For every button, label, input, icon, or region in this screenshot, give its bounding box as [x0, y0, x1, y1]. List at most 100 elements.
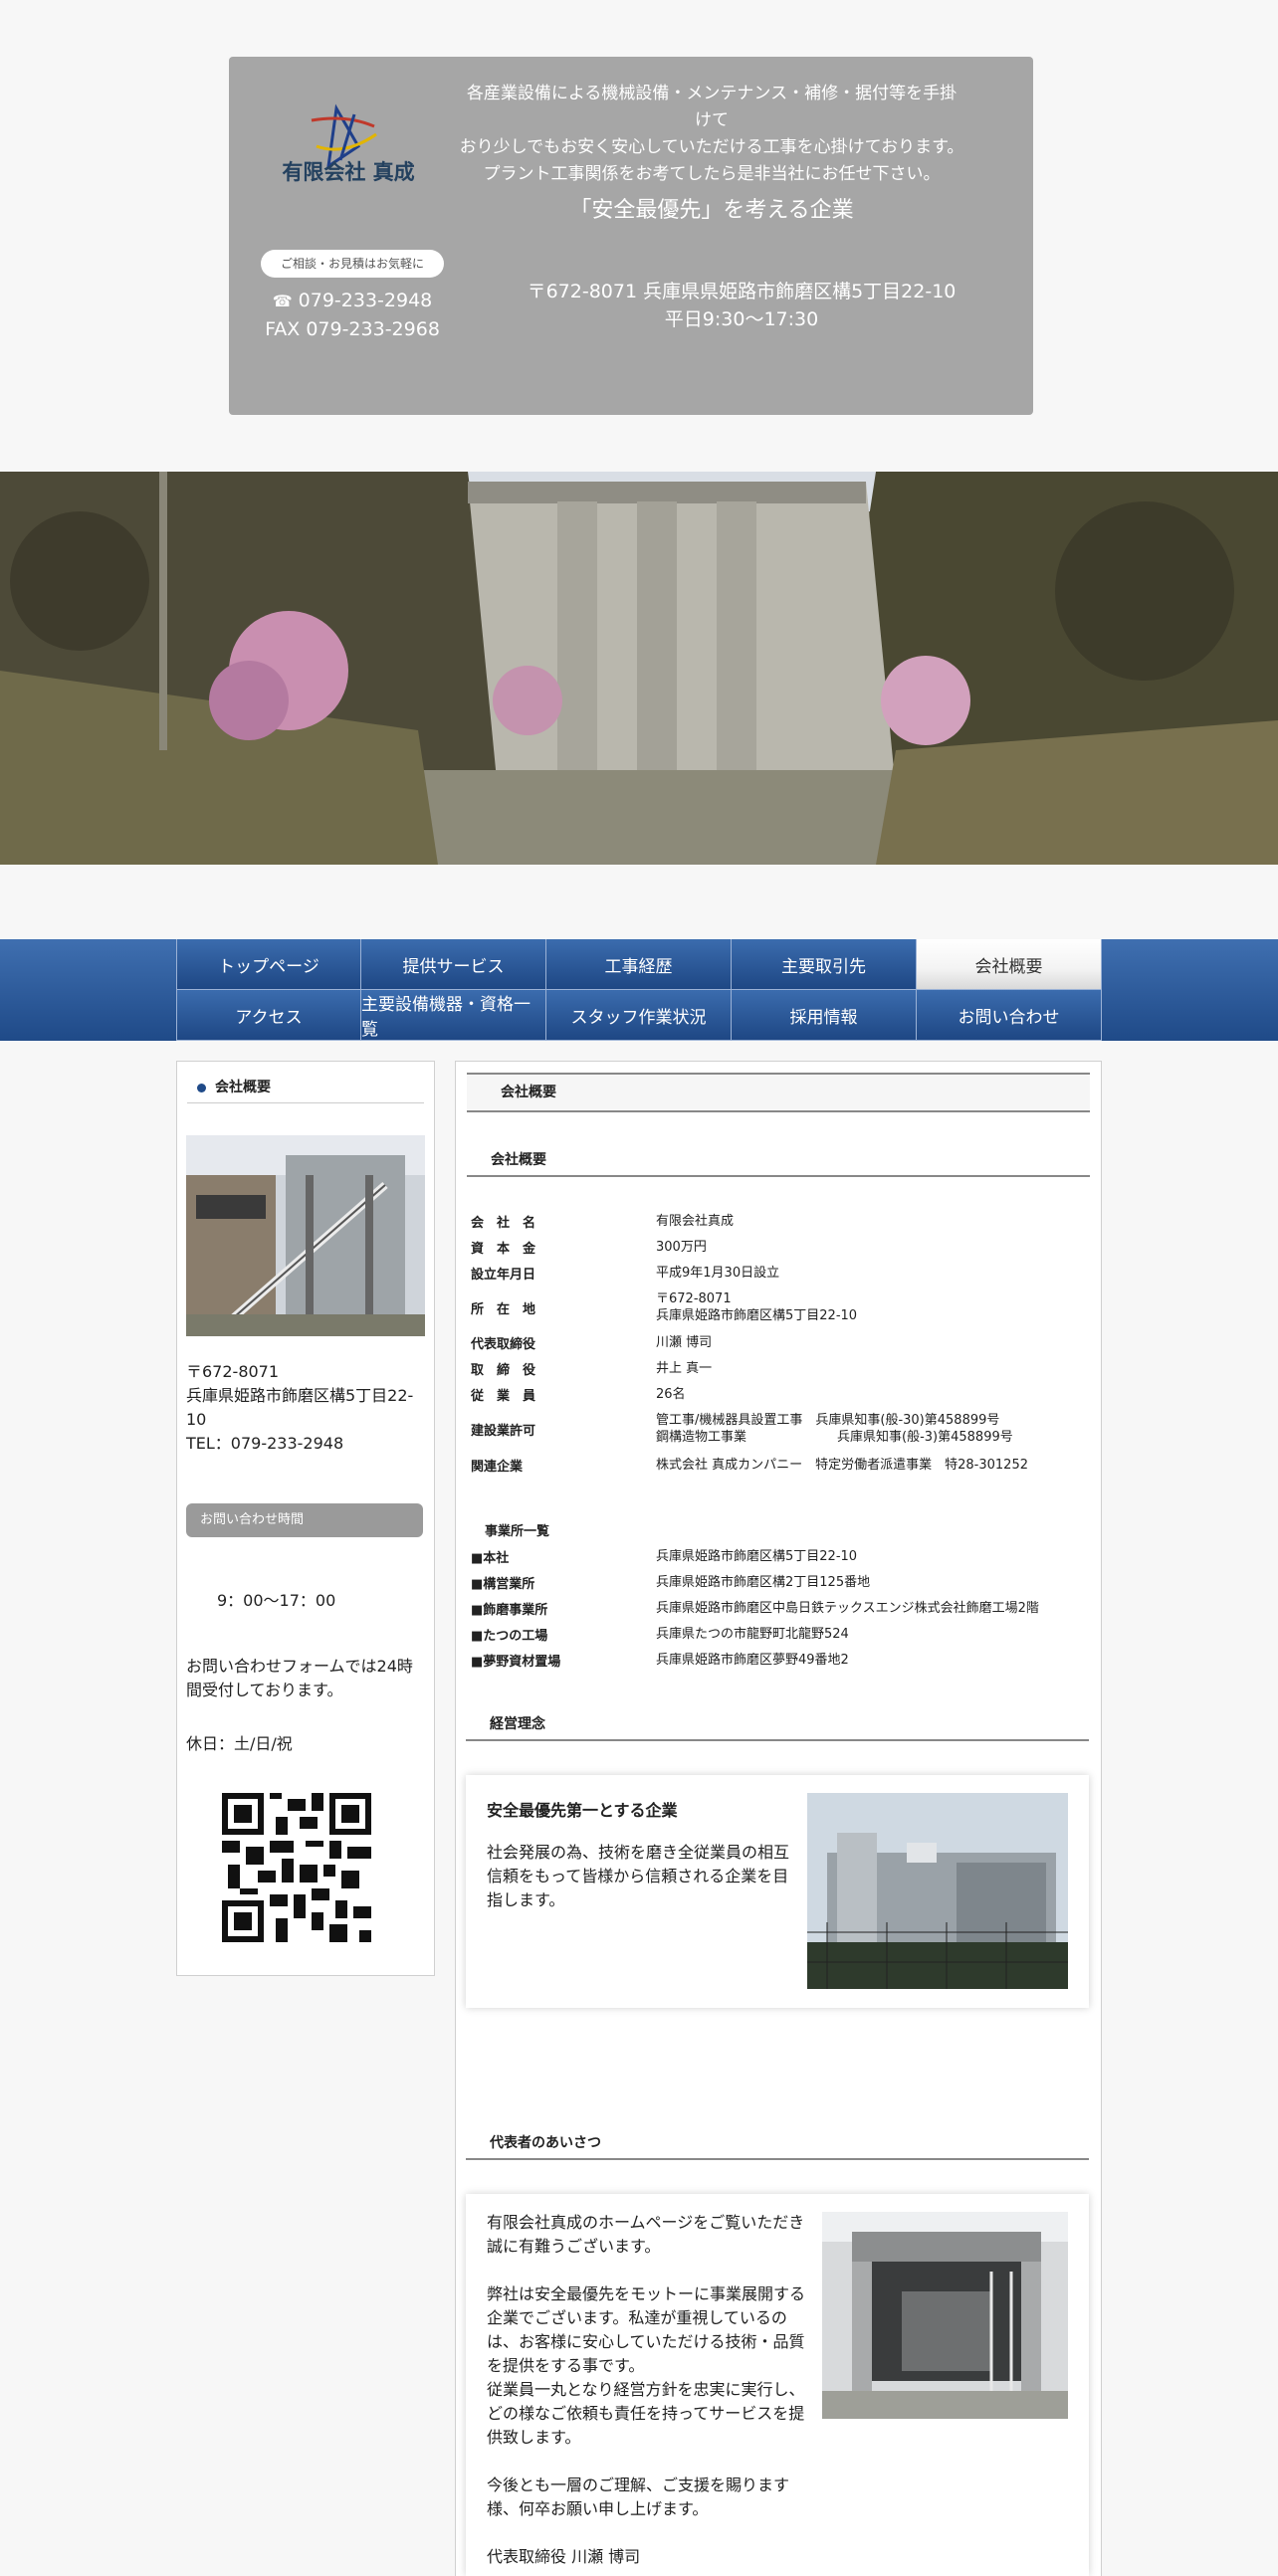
- info-key: 会 社 名: [471, 1215, 536, 1231]
- office-value: 兵庫県姫路市飾磨区構5丁目22-10: [656, 1548, 858, 1564]
- sidebar-title-text: 会社概要: [215, 1080, 271, 1095]
- office-key: ■たつの工場: [471, 1628, 548, 1644]
- info-value-line: 鋼構造物工事業 兵庫県知事(般-3)第458899号: [656, 1430, 1013, 1445]
- office-value: 兵庫県姫路市飾磨区構2丁目125番地: [656, 1574, 871, 1590]
- info-key: 設立年月日: [471, 1267, 536, 1283]
- info-value: 〒672-8071 兵庫県姫路市飾磨区構5丁目22-10: [656, 1286, 1074, 1329]
- page-title: 会社概要: [467, 1073, 1090, 1112]
- info-key: 建設業許可: [471, 1423, 536, 1439]
- qr-code-icon[interactable]: [222, 1793, 371, 1942]
- greeting-line: [487, 2450, 805, 2474]
- contact-hours-button[interactable]: お問い合わせ時間: [186, 1503, 423, 1537]
- office-value: 兵庫県姫路市飾磨区中島日鉄テックスエンジ株式会社飾磨工場2階: [656, 1600, 1039, 1616]
- nav-item-access[interactable]: アクセス: [176, 990, 361, 1041]
- greeting-line: 企業でございます。私達が重視しているの: [487, 2308, 787, 2327]
- nav-item-staff[interactable]: スタッフ作業状況: [546, 990, 732, 1041]
- greeting-line: [487, 2259, 805, 2282]
- sidebar-address: 〒672-8071 兵庫県姫路市飾磨区構5丁目22- 10 TEL：079-23…: [186, 1360, 425, 1456]
- info-value: 平成9年1月30日設立: [656, 1265, 780, 1281]
- consult-badge: ご相談・お見積はお気軽に: [261, 250, 444, 278]
- section-heading-philosophy: 経営理念: [466, 1713, 1089, 1741]
- site-header: 有限会社 真成 各産業設備による機械設備・メンテナンス・補修・据付等を手掛 けて…: [229, 57, 1033, 415]
- office-key: ■飾磨事業所: [471, 1602, 548, 1618]
- fax-number: FAX 079-233-2968: [265, 318, 440, 340]
- nav-grid: トップページ 提供サービス 工事経歴 主要取引先 会社概要 アクセス 主要設備機…: [176, 939, 1102, 1041]
- intro-text: 各産業設備による機械設備・メンテナンス・補修・据付等を手掛 けて おり少しでもお…: [433, 81, 990, 188]
- philosophy-line: 社会発展の為、技術を磨き全従業員の相互: [487, 1843, 790, 1862]
- contact-hours: 9：00〜17：00: [217, 1591, 336, 1610]
- nav-item-clients[interactable]: 主要取引先: [732, 939, 917, 990]
- office-value: 兵庫県姫路市飾磨区夢野49番地2: [656, 1652, 849, 1668]
- nav-item-recruit[interactable]: 採用情報: [732, 990, 917, 1041]
- philosophy-line: 指します。: [487, 1890, 565, 1909]
- greeting-line: 様、何卒お願い申し上げます。: [487, 2499, 709, 2518]
- sidebar: 会社概要 〒672-8071 兵庫県姫路市飾磨区構5丁目22- 10 TEL：0…: [176, 1061, 435, 1976]
- greeting-line: 誠に有難うございます。: [487, 2237, 661, 2256]
- greeting-line: 有限会社真成のホームページをご覧いただき: [487, 2213, 805, 2232]
- philosophy-heading: 安全最優先第一とする企業: [487, 1801, 678, 1820]
- greeting-line: を提供をする事です。: [487, 2356, 645, 2375]
- intro-line: 各産業設備による機械設備・メンテナンス・補修・据付等を手掛: [466, 84, 958, 103]
- philosophy-line: 信頼をもって皆様から信頼される企業を目: [487, 1867, 789, 1885]
- greeting-line: どの様なご依頼も責任を持ってサービスを提: [487, 2404, 805, 2423]
- info-key: 所 在 地: [471, 1301, 536, 1317]
- philosophy-text: 社会発展の為、技術を磨き全従業員の相互 信頼をもって皆様から信頼される企業を目 …: [487, 1841, 805, 1912]
- intro-line: けて: [695, 110, 729, 130]
- info-value: 株式会社 真成カンパニー 特定労働者派遣事業 特28-301252: [656, 1457, 1028, 1473]
- greeting-facility-photo: [822, 2212, 1068, 2419]
- form-note-line: お問い合わせフォームでは24時: [186, 1657, 413, 1676]
- philosophy-plant-photo: [807, 1793, 1068, 1989]
- greeting-card: 有限会社真成のホームページをご覧いただき 誠に有難うございます。 弊社は安全最優…: [466, 2194, 1089, 2576]
- office-value: 兵庫県たつの市龍野町北龍野524: [656, 1626, 849, 1642]
- phone-text: 079-233-2948: [298, 290, 433, 311]
- nav-item-services[interactable]: 提供サービス: [361, 939, 546, 990]
- form-note-line: 間受付しております。: [186, 1681, 343, 1699]
- office-key: ■構営業所: [471, 1576, 535, 1592]
- phone-icon: ☎: [272, 292, 293, 310]
- form-note: お問い合わせフォームでは24時 間受付しております。: [186, 1655, 425, 1702]
- info-value: 川瀬 博司: [656, 1334, 713, 1350]
- greeting-line: は、お客様に安心していただける技術・品質: [487, 2332, 805, 2351]
- header-address: 〒672-8071 兵庫県県姫路市飾磨区構5丁目22-10 平日9:30〜17:…: [483, 278, 1000, 333]
- greeting-line: 今後とも一層のご理解、ご支援を賜ります: [487, 2476, 790, 2494]
- holiday-text: 休日：土/日/祝: [186, 1734, 293, 1753]
- info-value: 26名: [656, 1386, 686, 1402]
- info-key: 取 締 役: [471, 1362, 536, 1378]
- bullet-icon: [197, 1084, 206, 1092]
- greeting-line: 弊社は安全最優先をモットーに事業展開する: [487, 2284, 806, 2303]
- info-value-line: 〒672-8071: [656, 1291, 732, 1306]
- nav-item-history[interactable]: 工事経歴: [546, 939, 732, 990]
- offices-heading: 事業所一覧: [485, 1524, 550, 1539]
- sidebar-facility-photo: [186, 1135, 425, 1336]
- sidebar-address-line: 〒672-8071: [186, 1362, 280, 1381]
- phone-number[interactable]: ☎ 079-233-2948: [241, 290, 464, 311]
- tagline: 「安全最優先」を考える企業: [569, 198, 854, 223]
- info-key: 関連企業: [471, 1459, 524, 1475]
- info-key: 代表取締役: [471, 1336, 536, 1352]
- info-value: 井上 真一: [656, 1360, 713, 1376]
- business-hours: 平日9:30〜17:30: [664, 308, 819, 330]
- hero-dam-image: [0, 472, 1278, 865]
- company-info-table: 会 社 名有限会社真成 資 本 金 300万円 設立年月日 平成9年1月30日設立 …: [471, 1208, 1074, 1479]
- info-value-line: 管工事/機械器具設置工事 兵庫県知事(般-30)第458899号: [656, 1413, 1000, 1428]
- info-value: 300万円: [656, 1239, 707, 1255]
- nav-item-equipment[interactable]: 主要設備機器・資格一覧: [361, 990, 546, 1041]
- section-heading-company: 会社概要: [467, 1149, 1090, 1177]
- address-line: 〒672-8071 兵庫県県姫路市飾磨区構5丁目22-10: [527, 281, 957, 302]
- greeting-line: 従業員一丸となり経営方針を忠実に実行し、: [487, 2380, 805, 2399]
- main-navigation: トップページ 提供サービス 工事経歴 主要取引先 会社概要 アクセス 主要設備機…: [0, 939, 1278, 1041]
- info-value: 有限会社真成: [656, 1213, 735, 1229]
- nav-item-company[interactable]: 会社概要: [917, 939, 1102, 990]
- nav-item-top[interactable]: トップページ: [176, 939, 361, 990]
- sidebar-address-line: 兵庫県姫路市飾磨区構5丁目22-: [186, 1386, 414, 1405]
- intro-line: おり少しでもお安く安心していただける工事を心掛けております。: [459, 137, 964, 157]
- intro-line: プラント工事関係をお考てしたら是非当社にお任せ下さい。: [483, 164, 941, 184]
- section-heading-greeting: 代表者のあいさつ: [466, 2132, 1089, 2160]
- greeting-line: [487, 2521, 805, 2545]
- info-value: 管工事/機械器具設置工事 兵庫県知事(般-30)第458899号 鋼構造物工事業 …: [656, 1407, 1074, 1451]
- nav-item-contact[interactable]: お問い合わせ: [917, 990, 1102, 1041]
- sidebar-title: 会社概要: [187, 1072, 424, 1103]
- sidebar-tel[interactable]: TEL：079-233-2948: [186, 1432, 425, 1456]
- info-key: 資 本 金: [471, 1241, 536, 1257]
- logo-text: 有限会社 真成: [282, 159, 415, 184]
